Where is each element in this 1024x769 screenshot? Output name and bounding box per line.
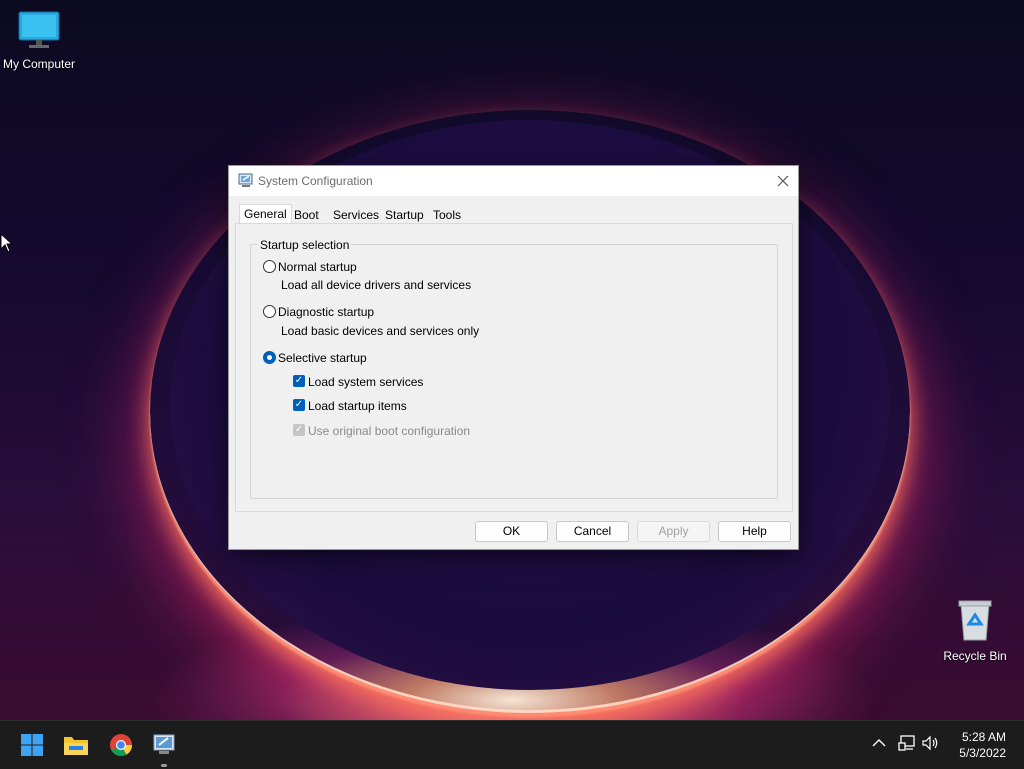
tab-boot[interactable]: Boot xyxy=(290,206,323,224)
tab-startup[interactable]: Startup xyxy=(381,206,428,224)
file-explorer-taskbar-button[interactable] xyxy=(62,731,90,759)
ok-button[interactable]: OK xyxy=(475,521,548,542)
recycle-bin-icon xyxy=(958,600,992,641)
use-original-boot-configuration-label: Use original boot configuration xyxy=(308,424,471,438)
network-icon[interactable] xyxy=(898,735,916,751)
desktop-icon-my-computer[interactable]: My Computer xyxy=(0,10,78,71)
normal-startup-description: Load all device drivers and services xyxy=(281,278,472,292)
chrome-taskbar-button[interactable] xyxy=(107,731,135,759)
load-startup-items-label[interactable]: Load startup items xyxy=(308,399,407,413)
file-explorer-icon xyxy=(64,737,88,755)
selective-startup-radio[interactable] xyxy=(263,351,276,364)
desktop-icon-label: My Computer xyxy=(2,57,76,71)
tab-general[interactable]: General xyxy=(239,204,292,225)
chrome-icon xyxy=(110,734,132,756)
selective-startup-label[interactable]: Selective startup xyxy=(278,351,367,365)
taskbar: 5:28 AM 5/3/2022 xyxy=(0,720,1024,769)
start-button[interactable] xyxy=(18,731,46,759)
group-title: Startup selection xyxy=(258,238,352,252)
clock-time: 5:28 AM xyxy=(961,730,1006,744)
desktop-icon-recycle-bin[interactable]: Recycle Bin xyxy=(938,598,1012,663)
use-original-boot-configuration-checkbox: ✓ xyxy=(293,424,305,436)
monitor-icon xyxy=(18,11,60,48)
tab-services[interactable]: Services xyxy=(329,206,383,224)
system-clock[interactable]: 5:28 AM 5/3/2022 xyxy=(959,729,1006,761)
windows-start-icon xyxy=(21,734,43,756)
normal-startup-label[interactable]: Normal startup xyxy=(278,260,357,274)
system-configuration-taskbar-button[interactable] xyxy=(150,731,178,759)
clock-date: 5/3/2022 xyxy=(959,746,1006,760)
system-configuration-dialog: System Configuration General Boot Servic… xyxy=(228,165,799,550)
cancel-button[interactable]: Cancel xyxy=(556,521,629,542)
chevron-up-icon[interactable] xyxy=(872,738,886,748)
active-app-indicator xyxy=(161,764,167,767)
volume-icon[interactable] xyxy=(922,735,940,751)
system-configuration-icon xyxy=(153,734,175,754)
general-tab-panel: Startup selection Normal startup Load al… xyxy=(235,223,793,512)
system-configuration-icon xyxy=(238,173,253,187)
diagnostic-startup-radio[interactable] xyxy=(263,305,276,318)
load-startup-items-checkbox[interactable]: ✓ xyxy=(293,399,305,411)
dialog-titlebar[interactable]: System Configuration xyxy=(229,166,798,196)
normal-startup-radio[interactable] xyxy=(263,260,276,273)
mouse-cursor-icon xyxy=(0,233,14,253)
apply-button: Apply xyxy=(637,521,710,542)
help-button[interactable]: Help xyxy=(718,521,791,542)
load-system-services-checkbox[interactable]: ✓ xyxy=(293,375,305,387)
desktop-icon-label: Recycle Bin xyxy=(943,649,1007,663)
load-system-services-label[interactable]: Load system services xyxy=(308,375,423,389)
diagnostic-startup-label[interactable]: Diagnostic startup xyxy=(278,305,374,319)
close-icon xyxy=(777,175,789,187)
diagnostic-startup-description: Load basic devices and services only xyxy=(281,324,480,338)
close-button[interactable] xyxy=(768,166,798,196)
tab-tools[interactable]: Tools xyxy=(429,206,465,224)
dialog-title: System Configuration xyxy=(258,174,373,188)
